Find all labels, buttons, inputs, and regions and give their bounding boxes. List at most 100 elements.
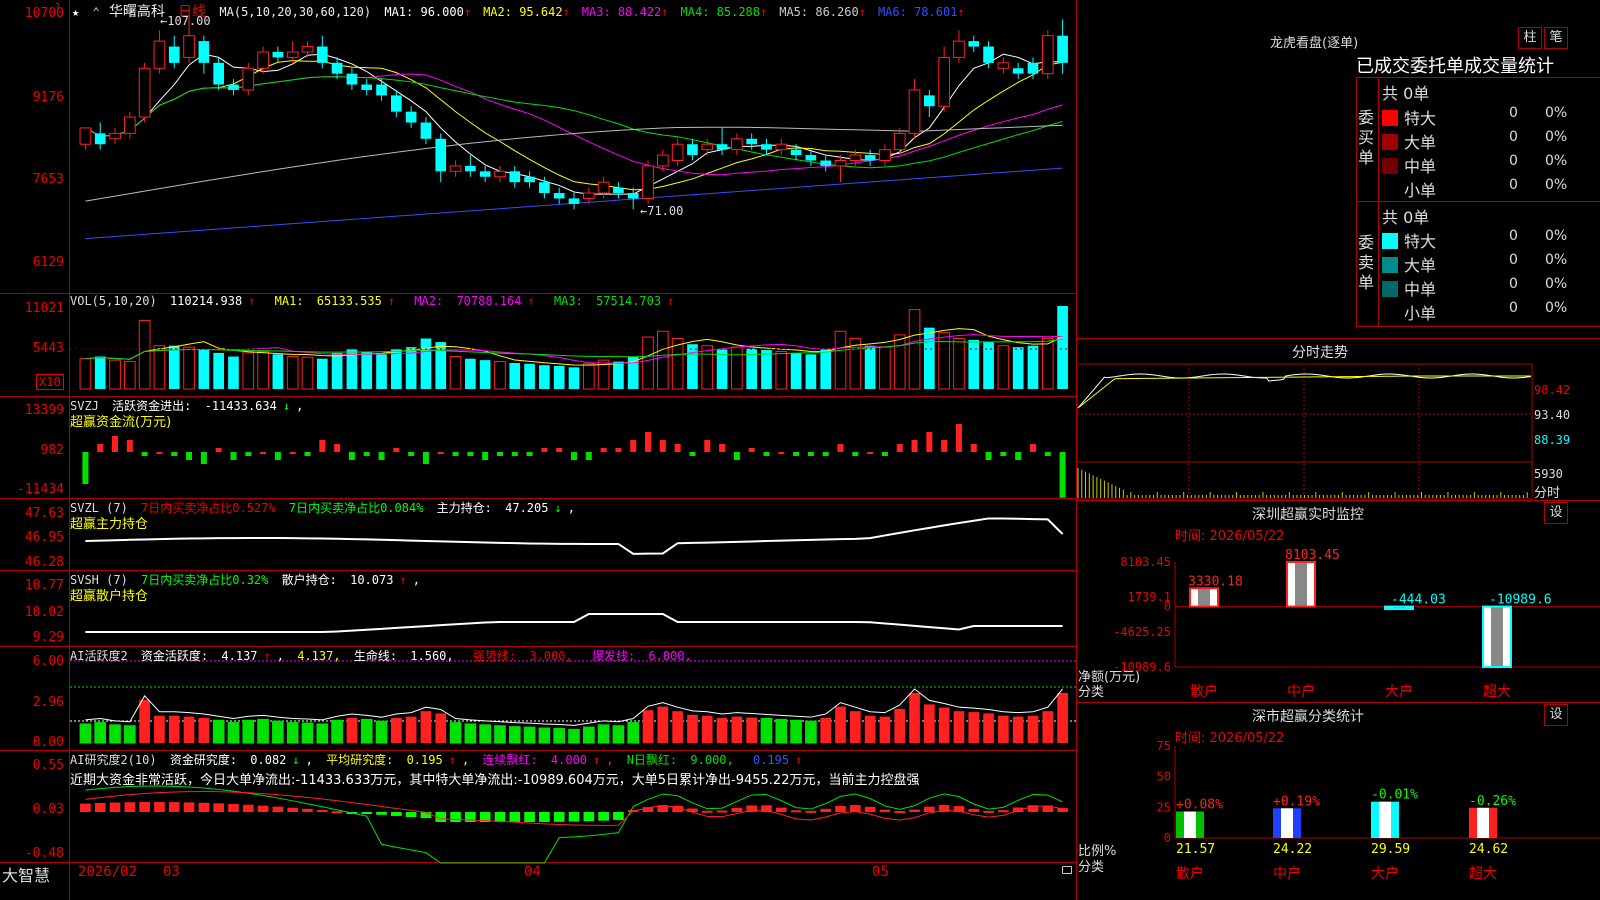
moneyflow-bar [289,452,296,454]
volume-bar [761,350,772,389]
activity-bar [198,718,210,743]
change-label: -0.26% [1469,794,1516,809]
volume-bar [539,365,550,389]
ma-value-1: MA1: 96.000↑ [384,5,472,19]
dragon-tabs: 已成交委托单成交量统计 [1356,52,1554,78]
y-tick: 2.96 [32,695,64,710]
tab-volume-stats[interactable]: 成交量统计 [1464,56,1554,77]
activity-bar [879,716,891,743]
svzj-subtitle: 超赢资金流(万元) [70,415,172,430]
stroke-mode-button[interactable]: 笔 [1544,27,1568,49]
volume-bar [509,363,521,389]
activity-bar [375,720,388,744]
activity-bar [79,723,92,744]
bar-mode-button[interactable]: 柱 [1518,27,1542,49]
volume-bar [716,349,728,389]
moneyflow-bar [719,444,726,452]
research-bar [864,806,876,812]
activity-bar [420,711,432,743]
y-tick: -4625.25 [1113,625,1171,639]
stock-name[interactable]: 华曙高科 [109,4,165,20]
volume-bar [213,352,224,389]
volume-bar [109,359,121,390]
moneyflow-bar [911,440,918,452]
activity-bar [968,712,980,743]
research-bar [820,808,832,812]
activity-bar [286,722,299,744]
star-icon[interactable]: ★ [72,5,79,19]
color-swatch [1382,257,1398,273]
bar-value-label: 24.62 [1469,842,1508,857]
volume-bar [568,367,580,389]
moneyflow-bar [822,452,829,456]
moneyflow-bar [97,444,104,452]
intraday-chart[interactable] [1077,362,1535,500]
volume-bar [701,345,714,390]
candle-body [968,41,980,47]
research-bar [568,812,580,822]
tab-traded[interactable]: 已成交 [1356,56,1410,77]
divider [1356,77,1600,78]
sell-total: 共 0单 [1382,208,1430,227]
sz-monitor-chart[interactable]: 8103.451739.10-4625.25-10989.63330.18散户8… [1077,540,1600,702]
moneyflow-bar [793,452,800,456]
order-row: 大单 [1382,129,1436,153]
candle-body [346,73,358,85]
main-chart-canvas[interactable] [0,0,1077,880]
y-tick: -0.48 [24,846,64,861]
alert-icon[interactable]: ? [55,2,60,13]
research-bar [598,812,609,821]
moneyflow-bar [807,452,814,456]
moneyflow-bar [200,452,207,464]
candle-body [213,62,224,85]
research-bar [835,805,846,812]
ai-research-v5: 0.195 ↑ [752,753,803,767]
activity-bar [1012,716,1024,743]
order-percent: 0% [1545,105,1568,121]
candle-body [479,171,491,177]
volume-bar [390,349,402,389]
lock-icon[interactable] [1062,866,1072,874]
y-tick: 9176 [32,90,64,105]
volume-bar [79,358,92,390]
bar-value-label: 24.22 [1273,842,1312,857]
moneyflow-bar [867,452,874,454]
research-bar [198,802,210,812]
bar-value-label: 29.59 [1371,842,1410,857]
moneyflow-bar [1000,452,1007,456]
volume-bar [301,356,314,390]
color-swatch [1382,134,1398,150]
category-label: 散户 [1176,865,1204,882]
change-label: +0.08% [1176,798,1223,813]
volume-bar [361,351,373,389]
activity-bar [183,716,195,743]
activity-bar [523,726,536,744]
ai-research-title: AI研究度2(10) [70,753,157,767]
category-label: 大户 [1371,865,1399,882]
candle-body [657,154,669,167]
volume-bar [968,339,980,389]
stats-bar [1273,808,1301,838]
volume-bar [997,345,1010,390]
sz-monitor-settings-button[interactable]: 设 [1544,502,1568,524]
moneyflow-bar [1015,452,1022,460]
order-row: 特大 [1382,228,1436,252]
sz-stats-settings-button[interactable]: 设 [1544,704,1568,726]
activity-bar [775,718,788,744]
research-bar [331,811,343,814]
tab-orders[interactable]: 委托单 [1410,56,1464,77]
caret-icon[interactable]: ⌃ [92,5,99,19]
stats-bar [1469,807,1497,838]
low-price-mark: ←71.00 [640,204,684,218]
moneyflow-bar [704,440,711,452]
vol-ma2: MA2: 70788.164 ↑ [414,294,535,308]
research-bar [968,808,980,812]
candle-body [671,143,684,161]
candle-body [908,89,921,134]
sz-stats-chart[interactable]: 75 50 25 0 +0.08% 21.57 散户 +0.19% 24.22 中户 -0.01% 2… [1077,740,1600,900]
intraday-price-line [1077,373,1532,409]
research-bar [524,812,535,822]
y-tick: 7653 [32,172,64,187]
ma-indicator-name[interactable]: MA(5,10,20,30,60,120) [219,5,371,19]
svsh-subtitle: 超赢散户持仓 [70,589,149,604]
